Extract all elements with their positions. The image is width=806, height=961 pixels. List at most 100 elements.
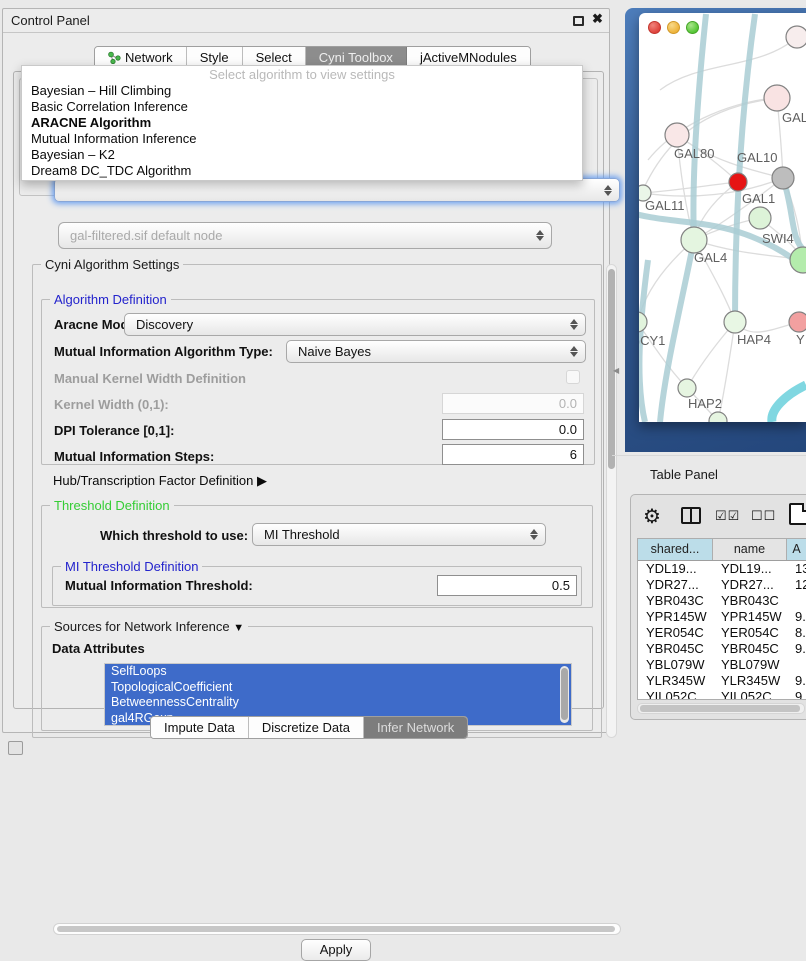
algorithm-option[interactable]: ARACNE Algorithm [22,115,582,131]
table-row[interactable]: YER054CYER054C8. [638,625,806,641]
settings-vertical-scrollbar[interactable] [606,264,617,738]
column-layout-icon[interactable] [681,507,701,524]
network-edge-cyan [772,385,806,422]
network-node[interactable] [786,26,806,48]
network-node[interactable] [729,173,747,191]
table-cell[interactable] [787,593,806,609]
table-cell[interactable]: YBR043C [713,593,787,609]
data-attribute-item[interactable]: BetweennessCentrality [105,695,571,711]
network-node[interactable] [772,167,794,189]
deselect-all-checkboxes-icon[interactable]: ☐☐ [751,508,776,524]
table-cell[interactable]: YER054C [638,625,713,641]
network-canvas[interactable]: GALGAL80GAL10GAL11GAL1SWI4GAL4GCY1HAP4YH… [639,13,806,422]
horizontal-scrollbar[interactable] [53,923,621,935]
tab-impute-data[interactable]: Impute Data [151,717,249,738]
column-header-shared-name[interactable]: shared... [638,539,713,560]
table-row[interactable]: YIL052CYIL052C9. [638,689,806,700]
table-cell[interactable]: 12 [787,577,806,593]
table-cell[interactable]: YIL052C [713,689,787,700]
sources-title-toggle[interactable]: Sources for Network Inference ▼ [50,619,248,634]
mi-type-label: Mutual Information Algorithm Type: [54,344,273,359]
table-cell[interactable]: 9. [787,689,806,700]
column-header-name[interactable]: name [713,539,787,560]
table-row[interactable]: YBL079WYBL079W [638,657,806,673]
hub-section-label: Hub/Transcription Factor Definition [53,473,253,488]
algorithm-definition-group: Algorithm Definition Aracne Mode: Discov… [41,299,595,465]
network-node[interactable] [764,85,790,111]
table-cell[interactable]: 13 [787,561,806,577]
table-cell[interactable]: YPR145W [638,609,713,625]
table-cell[interactable]: YLR345W [638,673,713,689]
float-window-icon[interactable] [573,16,584,26]
table-cell[interactable] [787,657,806,673]
algorithm-option[interactable]: Basic Correlation Inference [22,99,582,115]
manual-kernel-checkbox[interactable] [566,370,580,384]
network-node[interactable] [665,123,689,147]
table-cell[interactable]: YBL079W [638,657,713,673]
network-node[interactable] [724,311,746,333]
table-cell[interactable]: YER054C [713,625,787,641]
apply-button[interactable]: Apply [301,939,371,961]
table-cell[interactable]: 9. [787,641,806,657]
scrollbar-thumb[interactable] [57,926,615,932]
restore-panel-icon[interactable] [8,741,23,755]
aracne-mode-combo[interactable]: Discovery [124,313,586,336]
table-cell[interactable]: YIL052C [638,689,713,700]
algorithm-option[interactable]: Mutual Information Inference [22,131,582,147]
column-header-partial[interactable]: A [787,539,806,560]
table-cell[interactable]: YDR27... [638,577,713,593]
table-cell[interactable]: 9. [787,673,806,689]
tab-discretize-data[interactable]: Discretize Data [249,717,364,738]
table-cell[interactable]: YDL19... [713,561,787,577]
table-row[interactable]: YBR043CYBR043C [638,593,806,609]
table-cell[interactable]: YBR045C [713,641,787,657]
algorithm-option[interactable]: Dream8 DC_TDC Algorithm [22,163,582,179]
network-view-frame: GALGAL80GAL10GAL11GAL1SWI4GAL4GCY1HAP4YH… [625,8,806,452]
table-cell[interactable]: YBR043C [638,593,713,609]
table-cell[interactable]: YLR345W [713,673,787,689]
network-node-label: GAL [782,110,806,125]
table-cell[interactable]: YPR145W [713,609,787,625]
splitter-collapse-icon[interactable]: ◀ [613,366,619,375]
network-node[interactable] [639,312,647,332]
table-cell[interactable]: YDL19... [638,561,713,577]
mi-type-combo[interactable]: Naive Bayes [286,340,586,363]
data-attribute-item[interactable]: SelfLoops [105,664,571,680]
scrollbar-thumb[interactable] [640,705,800,712]
table-row[interactable]: YBR045CYBR045C9. [638,641,806,657]
table-horizontal-scrollbar[interactable] [637,703,805,714]
data-attribute-item[interactable]: TopologicalCoefficient [105,680,571,696]
table-row[interactable]: YPR145WYPR145W9. [638,609,806,625]
table-row[interactable]: YDL19...YDL19...13 [638,561,806,577]
network-node[interactable] [789,312,806,332]
mi-threshold-field[interactable]: 0.5 [437,575,577,596]
algorithm-option[interactable]: Bayesian – K2 [22,147,582,163]
export-table-icon[interactable] [789,503,806,525]
network-node[interactable] [678,379,696,397]
select-all-checkboxes-icon[interactable]: ☑☑ [715,508,740,524]
kernel-width-field[interactable]: 0.0 [442,393,584,414]
network-node[interactable] [749,207,771,229]
mi-steps-field[interactable]: 6 [442,444,584,465]
network-icon [108,51,121,64]
tab-infer-network[interactable]: Infer Network [364,717,467,738]
algorithm-select-combo[interactable] [54,178,620,202]
algorithm-option[interactable]: Bayesian – Hill Climbing [22,83,582,99]
table-cell[interactable]: YBR045C [638,641,713,657]
list-scrollbar[interactable] [560,666,569,723]
network-nodes [639,26,806,422]
which-threshold-combo[interactable]: MI Threshold [252,523,546,546]
network-node[interactable] [790,247,806,273]
table-row[interactable]: YLR345WYLR345W9. [638,673,806,689]
network-table-combo[interactable]: gal-filtered.sif default node [58,222,552,249]
dpi-tolerance-field[interactable]: 0.0 [442,419,584,440]
gear-icon[interactable]: ⚙ [643,504,661,529]
close-icon[interactable]: ✖ [592,11,603,27]
hub-section-toggle[interactable]: Hub/Transcription Factor Definition ▶ [53,473,267,489]
table-cell[interactable]: YBL079W [713,657,787,673]
table-cell[interactable]: YDR27... [713,577,787,593]
table-cell[interactable]: 8. [787,625,806,641]
scrollbar-thumb[interactable] [561,668,568,720]
table-row[interactable]: YDR27...YDR27...12 [638,577,806,593]
table-cell[interactable]: 9. [787,609,806,625]
